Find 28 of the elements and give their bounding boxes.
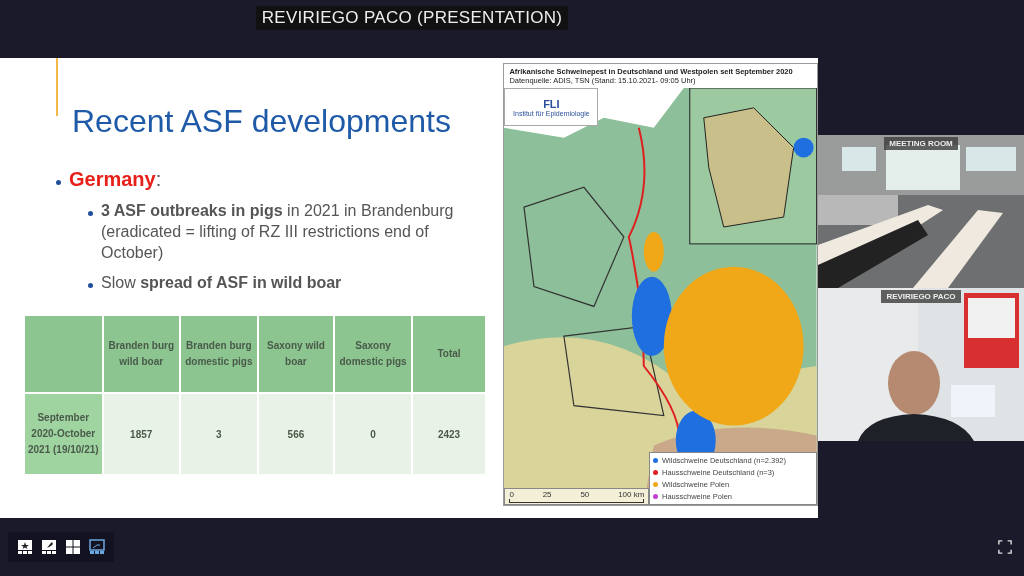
fullscreen-icon [998,540,1012,554]
table-cell: 2423 [413,394,485,475]
grid-layout-button[interactable] [64,538,82,556]
bullet-text: 3 ASF outbreaks in pigs in 2021 in Brandenburg (eradicated = lifting of RZ III restrictions end of October) [101,201,455,263]
column-header: Branden burg wild boar [103,316,179,393]
video-label: MEETING ROOM [884,137,958,150]
grid-icon [65,539,81,555]
bullet-icon [88,283,93,288]
column-header: Total [413,316,485,393]
slide-title: Recent ASF developments [72,103,451,140]
column-header: Saxony domestic pigs [335,316,411,393]
bullet-icon [88,210,93,216]
bullet-text: Germany: [69,168,162,191]
column-header: Branden burg domestic pigs [180,316,257,393]
table-cell: 1857 [103,394,179,475]
screen-share-icon [89,539,105,555]
bullet-icon [56,180,61,185]
bullet-text: Slow spread of ASF in wild boar [101,273,342,294]
layout-button[interactable] [16,538,34,556]
table-cell: 0 [335,394,411,475]
table-cell: September 2020-October 2021 (19/10/21) [25,394,102,475]
layout-button[interactable] [88,538,106,556]
table-cell: 566 [258,394,334,475]
window-title: REVIRIEGO PACO (PRESENTATION) [255,6,569,30]
video-label: REVIRIEGO PACO [881,290,961,303]
star-icon [17,539,33,555]
table-cell: 3 [180,394,257,475]
column-header: Saxony wild boar [258,316,334,393]
